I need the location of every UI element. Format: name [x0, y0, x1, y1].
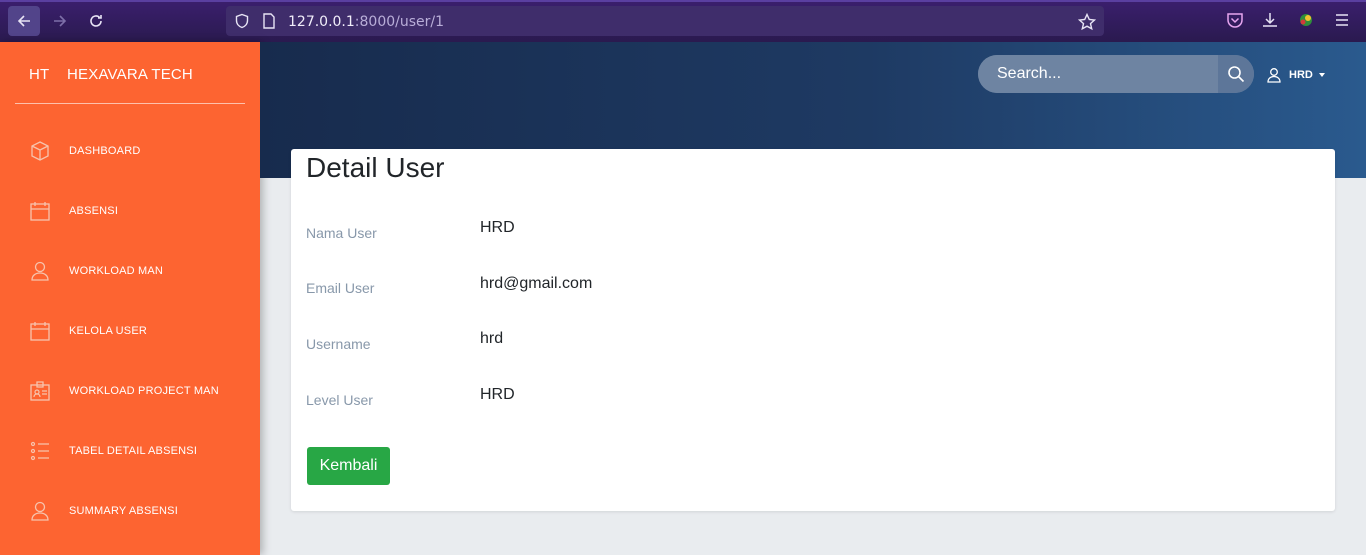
- field-label-username: Username: [306, 336, 371, 352]
- brand-divider: [15, 103, 245, 104]
- arrow-left-icon: [17, 15, 30, 27]
- browser-toolbar: 127.0.0.1:8000/user/1: [0, 0, 1366, 42]
- calendar-icon: [29, 200, 51, 222]
- extension-icon[interactable]: [1296, 11, 1316, 29]
- brand-short: HT: [29, 66, 50, 83]
- sidebar-item-kelola-user[interactable]: KELOLA USER: [0, 311, 260, 351]
- tab-strip-indicator: [0, 0, 1366, 2]
- page-icon: [263, 13, 275, 29]
- url-text: 127.0.0.1:8000/user/1: [288, 14, 444, 30]
- caret-down-icon: [1318, 73, 1325, 77]
- sidebar-item-workload-project-man[interactable]: WORKLOAD PROJECT MAN: [0, 371, 260, 411]
- cube-icon: [29, 140, 51, 162]
- field-label-nama-user: Nama User: [306, 225, 377, 241]
- sidebar-item-dashboard[interactable]: DASHBOARD: [0, 131, 260, 171]
- user-icon: [1267, 68, 1281, 83]
- arrow-right-icon: [54, 15, 67, 27]
- sidebar-item-absensi[interactable]: ABSENSI: [0, 191, 260, 231]
- sidebar-item-label: WORKLOAD PROJECT MAN: [69, 385, 219, 397]
- back-button-kembali[interactable]: Kembali: [307, 447, 390, 485]
- field-value-username: hrd: [480, 330, 504, 347]
- shield-icon: [235, 13, 249, 29]
- download-icon[interactable]: [1261, 11, 1279, 29]
- pocket-icon[interactable]: [1226, 11, 1244, 29]
- page-title: Detail User: [306, 152, 445, 183]
- field-label-email-user: Email User: [306, 280, 375, 296]
- field-value-level-user: HRD: [480, 386, 515, 403]
- brand[interactable]: HT HEXAVARA TECH: [29, 66, 193, 83]
- detail-card: Detail User Nama User HRD Email User hrd…: [291, 149, 1335, 511]
- sidebar-item-label: TABEL DETAIL ABSENSI: [69, 445, 198, 457]
- user-menu[interactable]: HRD: [1266, 66, 1325, 84]
- sidebar-item-tabel-detail-absensi[interactable]: TABEL DETAIL ABSENSI: [0, 431, 260, 471]
- reload-icon: [90, 15, 102, 27]
- url-path: :8000/user/1: [354, 14, 445, 30]
- sidebar: HT HEXAVARA TECH DASHBOARD ABSENSI WORKLO…: [0, 42, 260, 555]
- search-icon: [1228, 66, 1245, 83]
- back-button[interactable]: [8, 6, 40, 36]
- id-card-icon: [29, 380, 51, 402]
- field-label-level-user: Level User: [306, 392, 373, 408]
- search-input[interactable]: [978, 55, 1218, 93]
- calendar-icon: [29, 320, 51, 342]
- sidebar-item-workload-man[interactable]: WORKLOAD MAN: [0, 251, 260, 291]
- reload-button[interactable]: [80, 6, 112, 36]
- sidebar-item-label: SUMMARY ABSENSI: [69, 505, 178, 517]
- list-icon: [29, 440, 51, 462]
- sidebar-item-label: DASHBOARD: [69, 145, 141, 157]
- search-button[interactable]: [1218, 55, 1254, 93]
- sidebar-item-label: WORKLOAD MAN: [69, 265, 164, 277]
- sidebar-item-label: KELOLA USER: [69, 325, 148, 337]
- user-name: HRD: [1289, 69, 1313, 81]
- user-icon: [29, 260, 51, 282]
- address-bar[interactable]: 127.0.0.1:8000/user/1: [226, 6, 1104, 36]
- menu-icon[interactable]: [1333, 11, 1351, 29]
- brand-name: HEXAVARA TECH: [67, 66, 193, 83]
- sidebar-item-label: ABSENSI: [69, 205, 119, 217]
- field-value-email-user: hrd@gmail.com: [480, 275, 593, 292]
- sidebar-item-summary-absensi[interactable]: SUMMARY ABSENSI: [0, 491, 260, 531]
- user-icon: [29, 500, 51, 522]
- star-icon[interactable]: [1078, 13, 1096, 31]
- url-host: 127.0.0.1: [288, 14, 355, 30]
- field-value-nama-user: HRD: [480, 219, 515, 236]
- search-bar: [978, 55, 1254, 93]
- forward-button[interactable]: [44, 6, 76, 36]
